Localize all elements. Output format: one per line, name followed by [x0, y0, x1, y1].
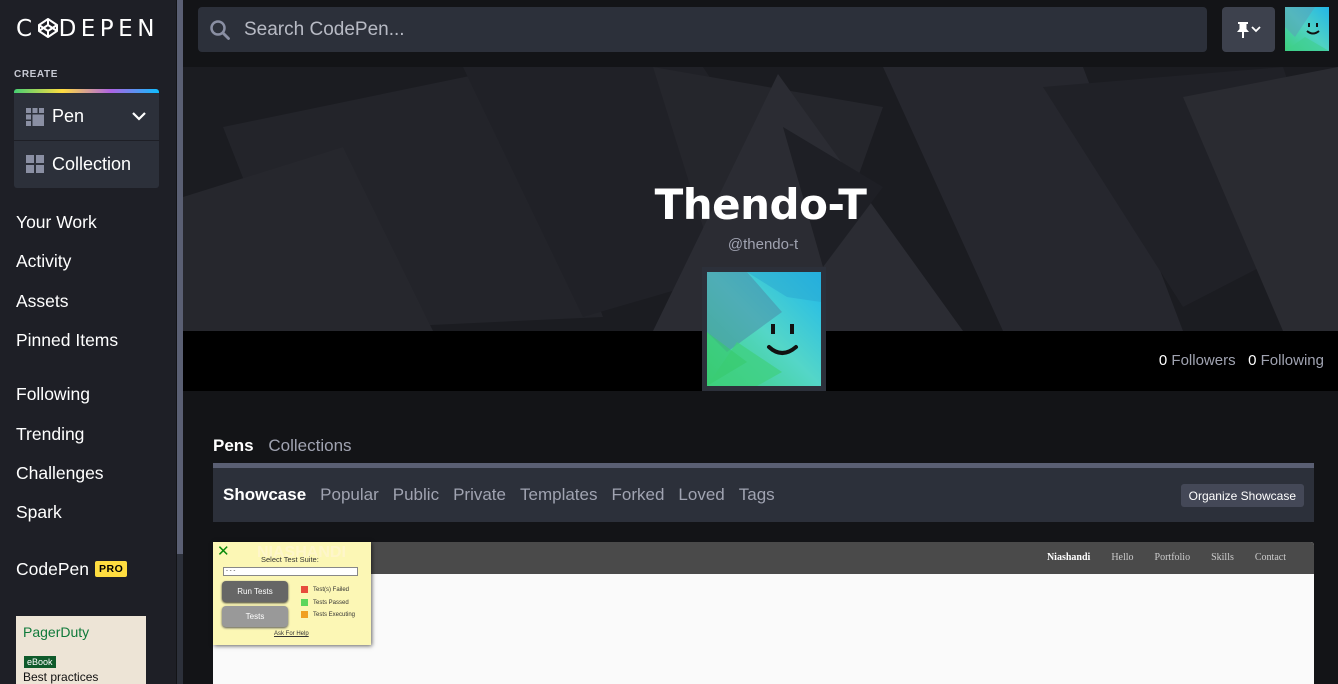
organize-showcase-button[interactable]: Organize Showcase: [1180, 484, 1304, 507]
search-icon: [210, 20, 230, 40]
preview-nav-links: Niashandi Hello Portfolio Skills Contact: [1047, 552, 1286, 563]
pinned-items-button[interactable]: [1222, 7, 1275, 52]
search-bar[interactable]: [198, 7, 1207, 52]
nav-pinned-items[interactable]: Pinned Items: [16, 330, 118, 351]
codepen-logo[interactable]: C DEPEN: [16, 15, 159, 43]
subtab-tags[interactable]: Tags: [739, 485, 775, 505]
subtab-private[interactable]: Private: [453, 485, 506, 505]
profile-avatar: [702, 267, 826, 391]
pen-grid-icon: [26, 107, 44, 126]
create-collection-label: Collection: [52, 153, 132, 174]
preview-nav-hello: Hello: [1111, 552, 1134, 563]
avatar-face-icon: [1285, 7, 1329, 51]
fcc-test-panel: NIASHANDI ✕ Select Test Suite: - - - Run…: [213, 542, 371, 645]
nav-assets[interactable]: Assets: [16, 291, 69, 312]
create-collection-button[interactable]: Collection: [14, 140, 159, 187]
test-suite-label: Select Test Suite:: [261, 555, 319, 564]
collection-grid-icon: [26, 155, 44, 173]
create-label: CREATE: [14, 69, 58, 80]
pen-preview[interactable]: Niashandi Hello Portfolio Skills Contact: [213, 542, 1314, 684]
legend-label-passed: Tests Passed: [313, 599, 349, 606]
legend-failed: Test(s) Failed: [301, 586, 349, 593]
ad-ebook-tag: eBook: [24, 656, 56, 668]
nav-your-work[interactable]: Your Work: [16, 212, 97, 233]
follow-stats: 0 Followers 0 Following: [1159, 352, 1324, 369]
search-input[interactable]: [244, 7, 1184, 52]
nav-challenges[interactable]: Challenges: [16, 463, 104, 484]
preview-nav-portfolio: Portfolio: [1154, 552, 1191, 563]
legend-passed: Tests Passed: [301, 599, 349, 606]
subtabs: Showcase Popular Public Private Template…: [223, 485, 775, 505]
subtab-showcase[interactable]: Showcase: [223, 485, 306, 505]
ad-text: Best practices: [23, 670, 99, 684]
main-tabs: Pens Collections: [213, 436, 362, 456]
preview-body: [213, 574, 1314, 684]
preview-nav-contact: Contact: [1254, 552, 1286, 563]
nav-following[interactable]: Following: [16, 384, 90, 405]
ad-brand: PagerDuty: [23, 624, 90, 640]
create-menu: Pen Collection: [14, 89, 159, 188]
nav-spark[interactable]: Spark: [16, 502, 62, 523]
preview-nav-brand: Niashandi: [1046, 552, 1091, 563]
subtab-loved[interactable]: Loved: [678, 485, 724, 505]
sidebar-ad[interactable]: PagerDuty eBook Best practices: [16, 616, 146, 684]
legend-label-executing: Tests Executing: [313, 611, 356, 618]
avatar-face-icon: [707, 272, 821, 386]
pro-badge: PRO: [94, 561, 128, 577]
codepen-pro-label: CodePen: [16, 559, 89, 579]
legend-swatch-passed: [301, 599, 308, 606]
legend-executing: Tests Executing: [301, 611, 355, 618]
legend-label-failed: Test(s) Failed: [313, 586, 350, 593]
following-count: 0: [1248, 352, 1257, 369]
followers-count: 0: [1158, 352, 1168, 369]
ask-for-help-link[interactable]: Ask For Help: [274, 631, 309, 637]
preview-nav-skills: Skills: [1211, 552, 1234, 563]
tests-button[interactable]: Tests: [222, 606, 288, 627]
subtab-popular[interactable]: Popular: [320, 485, 379, 505]
legend-swatch-failed: [301, 586, 308, 593]
subtabs-bar: Showcase Popular Public Private Template…: [213, 463, 1314, 522]
nav-codepen-pro[interactable]: CodePen PRO: [16, 559, 128, 580]
following-label: Following: [1260, 352, 1324, 369]
tab-collections[interactable]: Collections: [268, 436, 351, 455]
close-icon[interactable]: ✕: [217, 542, 230, 560]
create-pen-button[interactable]: Pen: [14, 93, 159, 140]
nav-activity[interactable]: Activity: [16, 251, 71, 272]
nav-trending[interactable]: Trending: [16, 424, 84, 445]
chevron-down-icon[interactable]: [131, 108, 147, 124]
following-link[interactable]: 0 Following: [1248, 352, 1324, 369]
run-tests-button[interactable]: Run Tests: [222, 581, 288, 602]
logo-text: C DEPEN: [16, 16, 159, 42]
subtab-templates[interactable]: Templates: [520, 485, 597, 505]
subtab-forked[interactable]: Forked: [611, 485, 664, 505]
pin-icon: [1236, 21, 1261, 38]
profile-name: Thendo-T: [654, 180, 867, 229]
tab-pens[interactable]: Pens: [213, 436, 254, 455]
profile-handle: @thendo-t: [727, 236, 799, 253]
subtab-public[interactable]: Public: [393, 485, 439, 505]
preview-navbar: Niashandi Hello Portfolio Skills Contact: [213, 542, 1314, 574]
legend-swatch-executing: [301, 611, 308, 618]
codepen-cube-icon: [37, 18, 58, 38]
followers-link[interactable]: 0 Followers: [1159, 352, 1236, 369]
create-pen-label: Pen: [52, 106, 85, 126]
followers-label: Followers: [1171, 352, 1236, 369]
user-avatar-button[interactable]: [1285, 7, 1329, 51]
test-suite-select[interactable]: - - -: [223, 567, 358, 576]
